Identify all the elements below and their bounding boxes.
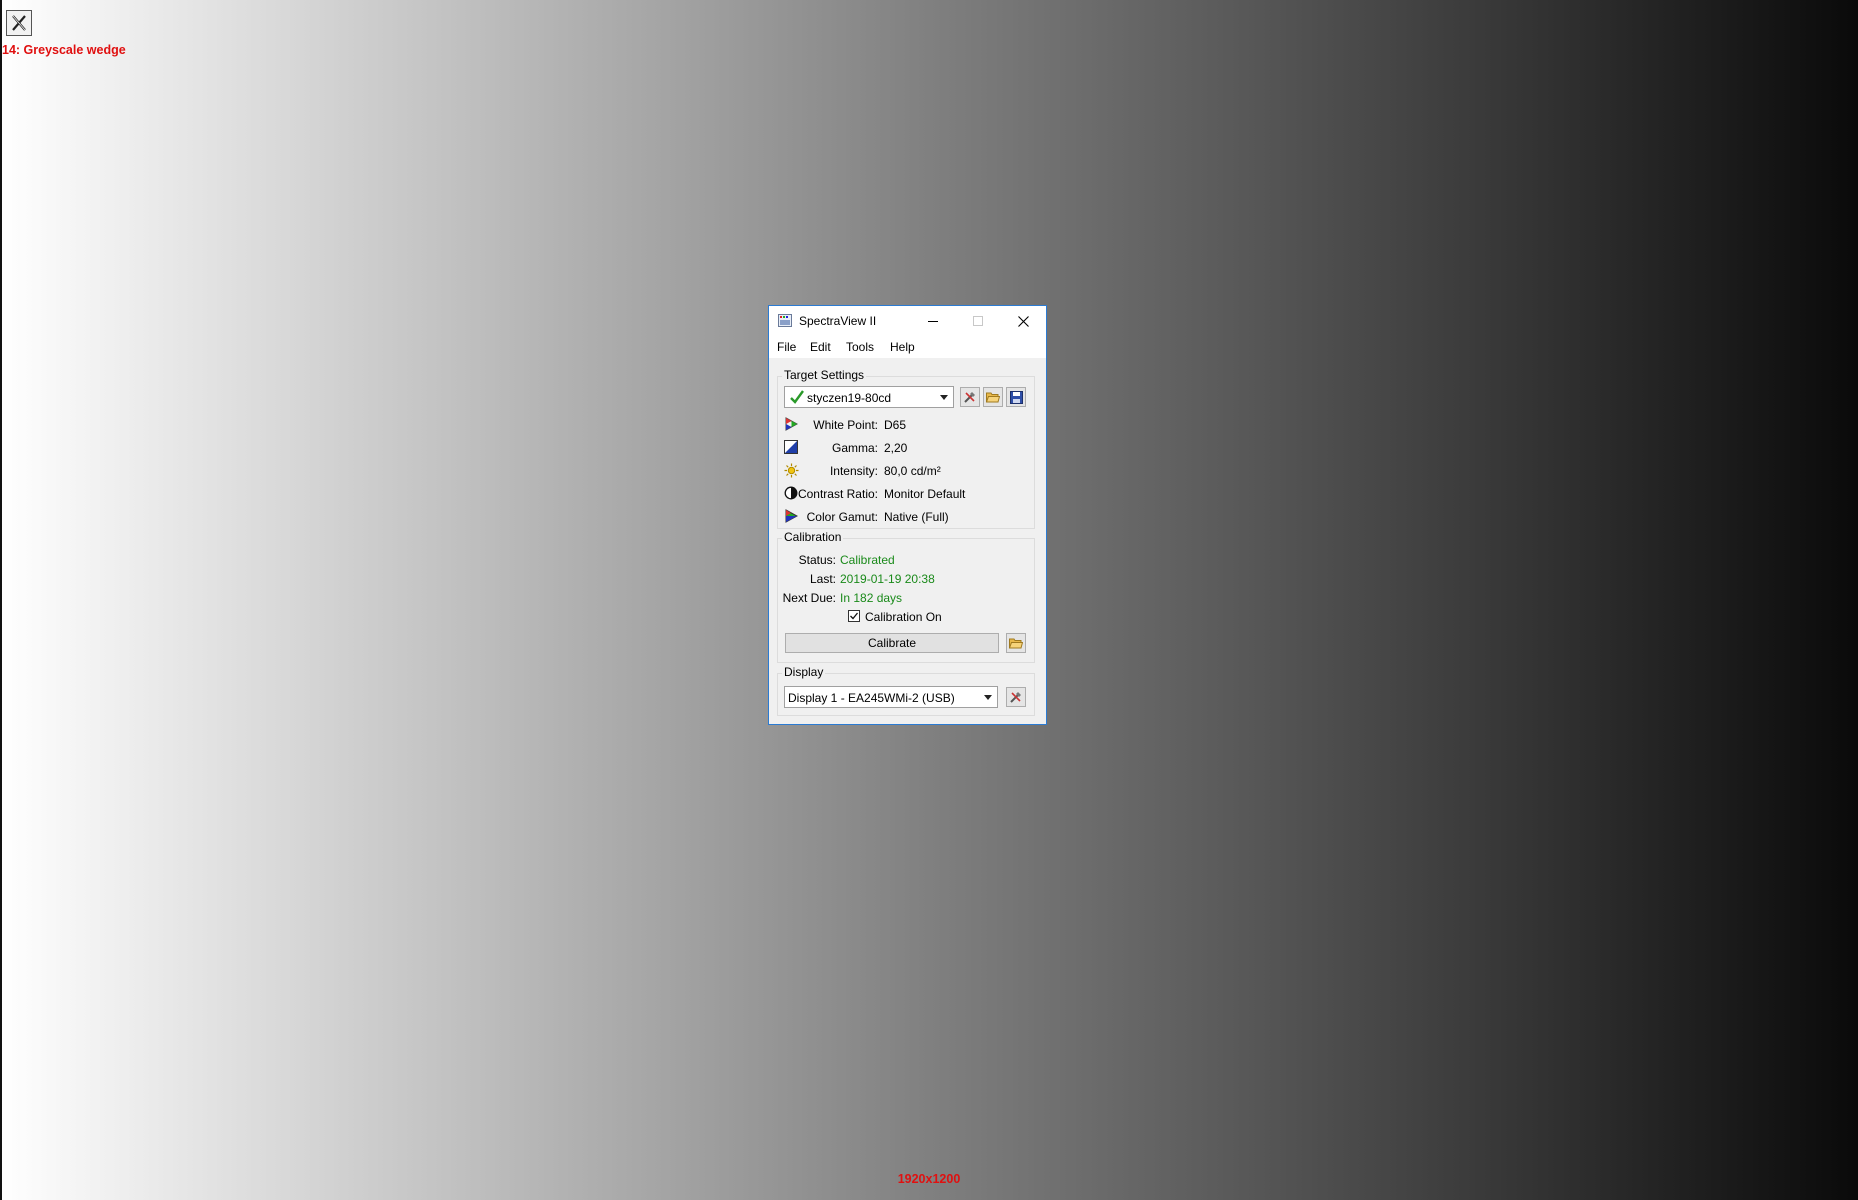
display-select-dropdown[interactable]: Display 1 - EA245WMi-2 (USB): [784, 686, 998, 708]
intensity-label: Intensity:: [829, 464, 878, 478]
status-value: Calibrated: [840, 553, 895, 567]
color-gamut-icon: [784, 509, 799, 526]
status-label: Status:: [798, 553, 836, 567]
display-group: Display Display 1 - EA245WMi-2 (USB): [777, 665, 1035, 716]
menu-bar: File Edit Tools Help: [769, 336, 1046, 358]
menu-edit[interactable]: Edit: [810, 340, 831, 354]
tools-icon: [964, 392, 975, 403]
wedge-left-edge: [0, 0, 2, 1200]
white-point-value: D65: [884, 418, 907, 432]
next-due-label: Next Due:: [782, 591, 836, 605]
app-icon: [778, 314, 792, 330]
white-point-label: White Point:: [813, 418, 878, 432]
menu-file[interactable]: File: [777, 340, 796, 354]
contrast-label: Contrast Ratio:: [797, 487, 878, 501]
gamma-icon: [784, 440, 798, 457]
display-settings-button[interactable]: [1006, 687, 1026, 707]
calibration-last-row: Last: 2019-01-19 20:38: [778, 570, 1036, 588]
display-title: Display: [782, 665, 826, 679]
target-profile-value: styczen19-80cd: [807, 391, 892, 405]
contrast-icon: [784, 486, 798, 503]
gamma-row: Gamma: 2,20: [778, 437, 1036, 457]
close-icon: [1018, 315, 1029, 327]
calibration-title: Calibration: [782, 530, 844, 544]
maximize-icon: [972, 316, 983, 326]
open-target-button[interactable]: [983, 387, 1003, 407]
calibration-next-due-row: Next Due: In 182 days: [778, 589, 1036, 607]
tools-icon: [1010, 692, 1021, 703]
white-point-row: White Point: D65: [778, 414, 1036, 434]
calibration-on-label: Calibration On: [865, 610, 942, 624]
last-value: 2019-01-19 20:38: [840, 572, 935, 586]
color-gamut-label: Color Gamut:: [806, 510, 878, 524]
color-gamut-value: Native (Full): [884, 510, 949, 524]
title-bar[interactable]: SpectraView II: [769, 306, 1046, 336]
last-label: Last:: [809, 572, 836, 586]
spectraview-window: SpectraView II File Edit Tools Help Targ…: [768, 305, 1047, 725]
open-calibration-button[interactable]: [1006, 633, 1026, 653]
folder-open-icon: [1009, 638, 1023, 649]
calibration-group: Calibration Status: Calibrated Last: 201…: [777, 530, 1036, 663]
menu-help[interactable]: Help: [890, 340, 915, 354]
gamma-value: 2,20: [884, 441, 908, 455]
target-settings-group: Target Settings styczen19-80cd White Poi…: [777, 368, 1036, 529]
contrast-row: Contrast Ratio: Monitor Default: [778, 483, 1036, 503]
checkmark-icon: [790, 390, 804, 407]
resolution-label: 1920x1200: [897, 1172, 961, 1186]
dropdown-arrow-icon: [940, 395, 948, 400]
save-disk-icon: [1009, 390, 1023, 404]
dropdown-arrow-icon: [984, 695, 992, 700]
contrast-value: Monitor Default: [884, 487, 966, 501]
test-pattern-title: 14: Greyscale wedge: [2, 43, 126, 57]
intensity-value: 80,0 cd/m²: [884, 464, 941, 478]
close-x-icon: [12, 15, 26, 31]
gamma-label: Gamma:: [831, 441, 878, 455]
close-button[interactable]: [1001, 306, 1046, 336]
display-select-value: Display 1 - EA245WMi-2 (USB): [788, 691, 955, 705]
save-target-button[interactable]: [1006, 387, 1026, 407]
white-point-icon: [784, 417, 799, 434]
target-settings-title: Target Settings: [782, 368, 867, 382]
intensity-sun-icon: [784, 463, 799, 481]
minimize-button[interactable]: [910, 306, 955, 336]
minimize-icon: [927, 321, 938, 322]
target-profile-dropdown[interactable]: styczen19-80cd: [784, 386, 954, 408]
calibrate-button[interactable]: Calibrate: [785, 633, 999, 653]
edit-target-button[interactable]: [960, 387, 980, 407]
overlay-close-button[interactable]: [6, 10, 32, 36]
calibration-status-row: Status: Calibrated: [778, 551, 1036, 569]
folder-open-icon: [986, 392, 1000, 403]
next-due-value: In 182 days: [840, 591, 903, 605]
color-gamut-row: Color Gamut: Native (Full): [778, 506, 1036, 526]
checkbox-check-icon: [850, 612, 859, 620]
checkbox-box[interactable]: [848, 610, 860, 622]
intensity-row: Intensity: 80,0 cd/m²: [778, 460, 1036, 480]
window-title: SpectraView II: [799, 314, 877, 328]
menu-tools[interactable]: Tools: [846, 340, 874, 354]
maximize-button[interactable]: [955, 306, 1000, 336]
